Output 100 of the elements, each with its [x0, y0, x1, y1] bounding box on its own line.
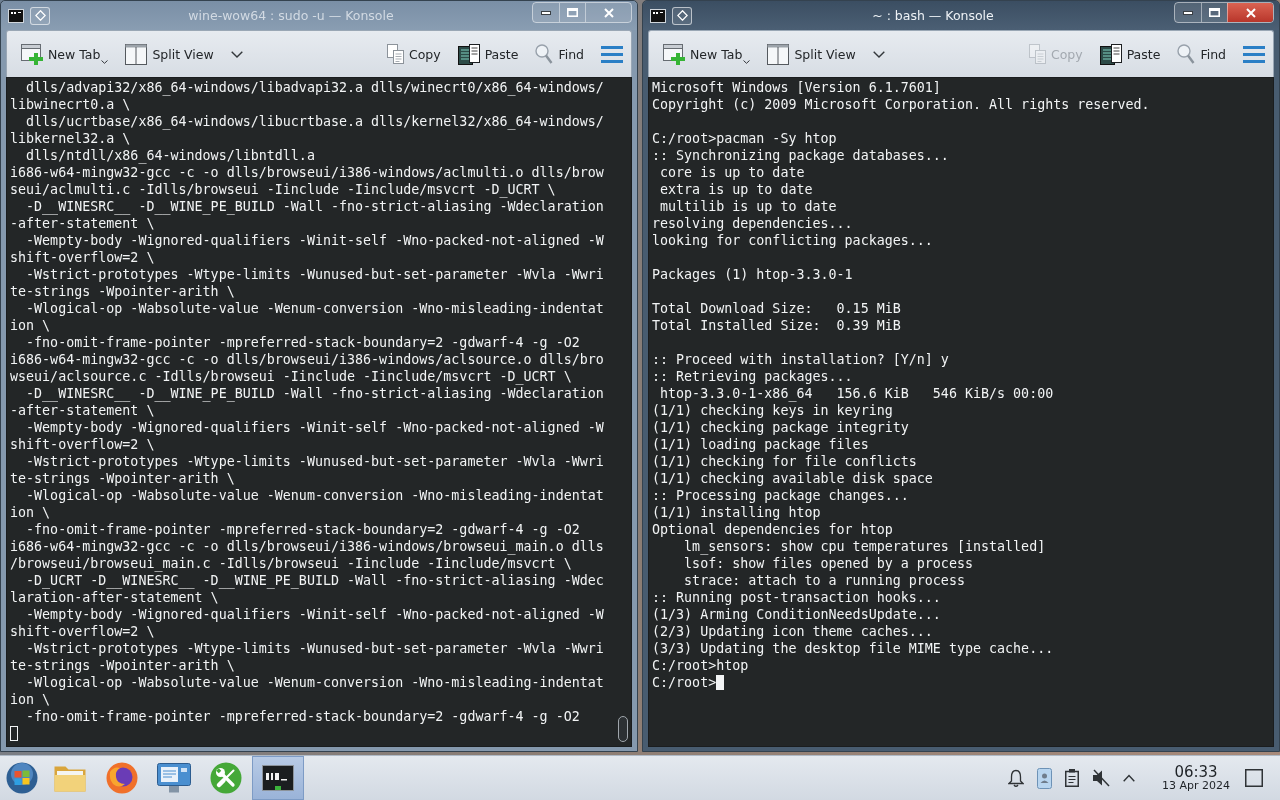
- clock-time[interactable]: 06:33: [1174, 763, 1218, 781]
- copy-icon: [386, 44, 404, 64]
- split-panes-icon: [767, 43, 790, 65]
- terminal-line: i686-w64-mingw32-gcc -c -o dlls/browseui/i386-windows/browseui_main.o dlls: [10, 538, 604, 555]
- terminal-icon[interactable]: [650, 8, 666, 23]
- terminal-line: :: Proceed with installation? [Y/n] y: [652, 351, 949, 368]
- show-desktop-icon[interactable]: [1245, 769, 1263, 787]
- terminal-line: te-strings -Wpointer-arith \: [10, 657, 235, 674]
- monitor-icon: [157, 763, 191, 793]
- terminal-line: (1/1) checking package integrity: [652, 419, 909, 436]
- paste-button[interactable]: Paste: [1095, 39, 1165, 69]
- terminal-icon: [262, 765, 294, 791]
- keep-above-button[interactable]: [672, 6, 692, 25]
- minimize-button[interactable]: [533, 3, 559, 22]
- terminal-line: te-strings -Wpointer-arith \: [10, 283, 235, 300]
- bell-icon[interactable]: [1008, 768, 1024, 788]
- terminal-line: -Wlogical-op -Wabsolute-value -Wenum-conversion -Wno-misleading-indentat: [25, 487, 604, 504]
- maximize-icon: [567, 8, 578, 17]
- terminal-line: Total Installed Size: 0.39 MiB: [652, 317, 901, 334]
- terminal-line: -Wstrict-prototypes -Wtype-limits -Wunused-but-set-parameter -Wvla -Wwri: [25, 266, 604, 283]
- window-title: ~ : bash — Konsole: [872, 8, 994, 23]
- minimize-button[interactable]: [1175, 3, 1201, 22]
- terminal-line: (1/1) installing htop: [652, 504, 821, 521]
- terminal-line: -D_UCRT -D__WINESRC__ -D__WINE_PE_BUILD -Wall -fno-strict-aliasing -Wdec: [25, 572, 604, 589]
- text-cursor-icon: [716, 675, 725, 690]
- terminal-line: (1/1) checking keys in keyring: [652, 402, 893, 419]
- terminal-line: (1/1) checking available disk space: [652, 470, 933, 487]
- terminal-line: -Wlogical-op -Wabsolute-value -Wenum-conversion -Wno-misleading-indentat: [25, 674, 604, 691]
- taskbar-button[interactable]: [252, 756, 304, 800]
- menu-icon: [1243, 45, 1265, 63]
- terminal-line: i686-w64-mingw32-gcc -c -o dlls/browseui/i386-windows/aclsource.o dlls/bro: [10, 351, 604, 368]
- terminal-line: laration-after-statement \: [10, 589, 219, 606]
- terminal-line: (1/1) loading package files: [652, 436, 869, 453]
- folder-icon: [54, 764, 86, 792]
- terminal-line: ion \: [10, 691, 51, 708]
- terminal-line: libkernel32.a \: [10, 130, 131, 147]
- new-tab-button[interactable]: New Tab: [659, 39, 755, 69]
- find-button[interactable]: Find: [1173, 39, 1230, 69]
- terminal-line: shift-overflow=2 \: [10, 436, 155, 453]
- terminal-line: -fno-omit-frame-pointer -mpreferred-stack-boundary=2 -gdwarf-4 -g -O2: [25, 521, 580, 538]
- device-icon[interactable]: [1037, 767, 1052, 789]
- terminal-line: resolving dependencies...: [652, 215, 853, 232]
- clipboard-icon[interactable]: [1065, 769, 1079, 787]
- wrench-screwdriver-icon: [210, 762, 242, 794]
- terminal-line: -Wempty-body -Wignored-qualifiers -Winit-self -Wno-packed-not-aligned -W: [25, 419, 604, 436]
- terminal-line: ion \: [10, 317, 51, 334]
- terminal-line: dlls/ucrtbase/x86_64-windows/libucrtbase.a dlls/kernel32/x86_64-windows/: [25, 113, 604, 130]
- terminal-line: libwinecrt0.a \: [10, 96, 131, 113]
- terminal-line: -Wlogical-op -Wabsolute-value -Wenum-conversion -Wno-misleading-indentat: [25, 300, 604, 317]
- text-cursor-icon: [10, 726, 18, 741]
- terminal-line: /browseui/browseui_main.c -Idlls/browseui -Iinclude -Iinclude/msvcrt \: [10, 555, 572, 572]
- terminal-line: -Wempty-body -Wignored-qualifiers -Winit-self -Wno-packed-not-aligned -W: [25, 606, 604, 623]
- terminal-line: Packages (1) htop-3.3.0-1: [652, 266, 853, 283]
- terminal-line: -Wstrict-prototypes -Wtype-limits -Wunused-but-set-parameter -Wvla -Wwri: [25, 453, 604, 470]
- terminal-line: strace: attach to a running process: [683, 572, 965, 589]
- terminal-line: htop-3.3.0-1-x86_64 156.6 KiB 546 KiB/s 00:00: [659, 385, 1054, 402]
- terminal-line: i686-w64-mingw32-gcc -c -o dlls/browseui/i386-windows/aclmulti.o dlls/brow: [10, 164, 604, 181]
- terminal-line: (2/3) Updating icon theme caches...: [652, 623, 933, 640]
- terminal-line: -fno-omit-frame-pointer -mpreferred-stack-boundary=2 -gdwarf-4 -g -O2: [25, 334, 580, 351]
- terminal-line: -after-statement \: [10, 215, 155, 232]
- minimize-icon: [1183, 10, 1193, 15]
- terminal-line: shift-overflow=2 \: [10, 249, 155, 266]
- terminal-line: :: Processing package changes...: [652, 487, 909, 504]
- terminal-line: shift-overflow=2 \: [10, 623, 155, 640]
- terminal-line: Copyright (c) 2009 Microsoft Corporation. All rights reserved.: [652, 96, 1150, 113]
- terminal-line: :: Retrieving packages...: [652, 368, 853, 385]
- terminal-line: (1/3) Arming ConditionNeedsUpdate...: [652, 606, 941, 623]
- paste-icon: [457, 43, 480, 65]
- muted-speaker-icon[interactable]: [1092, 769, 1110, 787]
- terminal-line: (1/1) checking for file conflicts: [652, 453, 917, 470]
- terminal-line: core is up to date: [659, 164, 805, 181]
- terminal-line: wseui/aclsource.c -Idlls/browseui -Iinclude -Iinclude/msvcrt -D_UCRT \: [10, 368, 572, 385]
- terminal-line: -after-statement \: [10, 402, 155, 419]
- paste-icon: [1099, 43, 1122, 65]
- close-button[interactable]: [1227, 3, 1273, 22]
- terminal-line: -Wstrict-prototypes -Wtype-limits -Wunused-but-set-parameter -Wvla -Wwri: [25, 640, 604, 657]
- terminal-line: C:/root>htop: [652, 657, 749, 674]
- split-view-button[interactable]: Split View: [763, 39, 860, 69]
- chevron-down-icon: [230, 50, 243, 58]
- caret-up-icon[interactable]: [1123, 774, 1135, 782]
- menu-icon: [601, 45, 623, 63]
- terminal-line: seui/aclmulti.c -Idlls/browseui -Iinclude -Iinclude/msvcrt -D_UCRT \: [10, 181, 556, 198]
- search-icon: [1177, 44, 1196, 64]
- close-icon: [603, 7, 614, 18]
- menu-indicator-icon: [101, 60, 109, 64]
- clock-date[interactable]: 13 Apr 2024: [1162, 780, 1230, 793]
- terminal-line: te-strings -Wpointer-arith \: [10, 470, 235, 487]
- window-plus-icon: [663, 43, 685, 65]
- minimize-icon: [541, 10, 551, 15]
- diamond-icon: [34, 10, 46, 21]
- copy-icon: [1028, 44, 1046, 64]
- menu-indicator-icon: [743, 60, 751, 64]
- terminal-line: ion \: [10, 504, 51, 521]
- terminal-line: :: Running post-transaction hooks...: [652, 589, 941, 606]
- search-icon: [535, 44, 554, 64]
- terminal-line: multilib is up to date: [659, 198, 837, 215]
- maximize-button[interactable]: [1201, 3, 1227, 22]
- terminal-line: -D__WINESRC__ -D__WINE_PE_BUILD -Wall -fno-strict-aliasing -Wdeclaration: [25, 385, 604, 402]
- terminal-line: dlls/ntdll/x86_64-windows/libntdll.a: [25, 147, 315, 164]
- diamond-icon: [676, 10, 688, 21]
